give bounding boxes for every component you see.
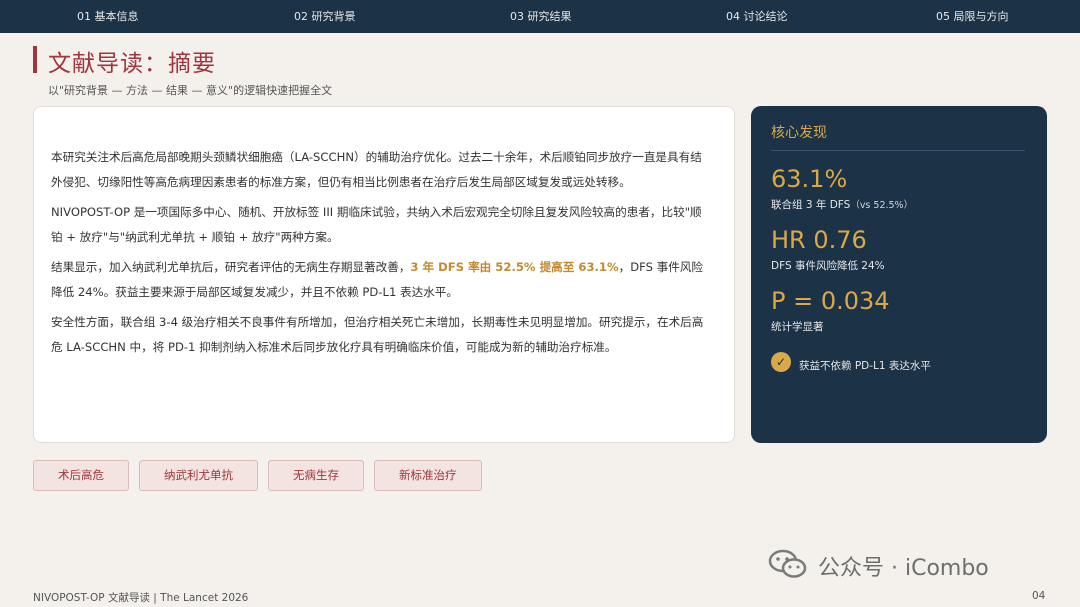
nav-item-results[interactable]: 03 研究结果 <box>510 0 572 33</box>
nav-item-limitations[interactable]: 05 局限与方向 <box>936 0 1009 33</box>
check-icon: ✓ <box>771 351 791 372</box>
page-number: 04 <box>1032 590 1046 602</box>
stat-dfs-desc: 联合组 3 年 DFS（vs 52.5%） <box>771 197 1027 212</box>
stat-hr-desc: DFS 事件风险降低 24% <box>771 260 885 272</box>
abstract-paragraph-methods: NIVOPOST-OP 是一项国际多中心、随机、开放标签 III 期临床试验，共… <box>51 205 702 244</box>
tag-disease-free-survival[interactable]: 无病生存 <box>268 460 364 491</box>
abstract-paragraph-safety: 安全性方面，联合组 3-4 级治疗相关不良事件有所增加，但治疗相关死亡未增加，长… <box>51 315 704 354</box>
pdl1-note-row: ✓ 获益不依赖 PD-L1 表达水平 <box>771 350 1027 373</box>
page-title: 文献导读：摘要 <box>48 51 216 77</box>
abstract-paragraph-results: 结果显示，加入纳武利尤单抗后，研究者评估的无病生存期显著改善，3 年 DFS 率… <box>51 255 706 305</box>
nav-item-background[interactable]: 02 研究背景 <box>294 0 356 33</box>
tag-nivolumab[interactable]: 纳武利尤单抗 <box>139 460 258 491</box>
stat-dfs-label: 联合组 3 年 DFS <box>771 199 851 211</box>
footer-citation: NIVOPOST-OP 文献导读 | The Lancet 2026 <box>33 592 249 604</box>
stat-hr-value: HR 0.76 <box>771 226 867 254</box>
pdl1-note-text: 获益不依赖 PD-L1 表达水平 <box>799 360 931 372</box>
tag-postop-high-risk[interactable]: 术后高危 <box>33 460 129 491</box>
page-subtitle: 以"研究背景 — 方法 — 结果 — 意义"的逻辑快速把握全文 <box>48 84 333 97</box>
title-accent-bar <box>33 46 37 73</box>
stat-dfs-value: 63.1% <box>771 165 848 193</box>
abstract-paragraph-background: 本研究关注术后高危局部晚期头颈鳞状细胞癌（LA-SCCHN）的辅助治疗优化。过去… <box>51 150 702 189</box>
stat-p-desc: 统计学显著 <box>771 321 824 333</box>
top-navigation: 01 基本信息 02 研究背景 03 研究结果 04 讨论结论 05 局限与方向 <box>0 0 1080 33</box>
key-findings-card: 核心发现 63.1% 联合组 3 年 DFS（vs 52.5%） HR 0.76… <box>751 106 1047 443</box>
stat-p-value: P = 0.034 <box>771 287 890 315</box>
results-text: 结果显示，加入纳武利尤单抗后，研究者评估的无病生存期显著改善， <box>51 260 411 274</box>
nav-item-discussion[interactable]: 04 讨论结论 <box>726 0 788 33</box>
abstract-card: 本研究关注术后高危局部晚期头颈鳞状细胞癌（LA-SCCHN）的辅助治疗优化。过去… <box>33 106 735 443</box>
wechat-logo-icon <box>768 549 807 578</box>
tag-new-standard[interactable]: 新标准治疗 <box>374 460 482 491</box>
watermark-text: 公众号 · iCombo <box>818 556 989 581</box>
stat-dfs-note: （vs 52.5%） <box>850 200 914 211</box>
nav-item-basic-info[interactable]: 01 基本信息 <box>77 0 139 33</box>
key-findings-title: 核心发现 <box>771 122 1025 151</box>
results-highlight: 3 年 DFS 率由 52.5% 提高至 63.1% <box>410 260 619 274</box>
tag-list: 术后高危 纳武利尤单抗 无病生存 新标准治疗 <box>33 460 482 491</box>
